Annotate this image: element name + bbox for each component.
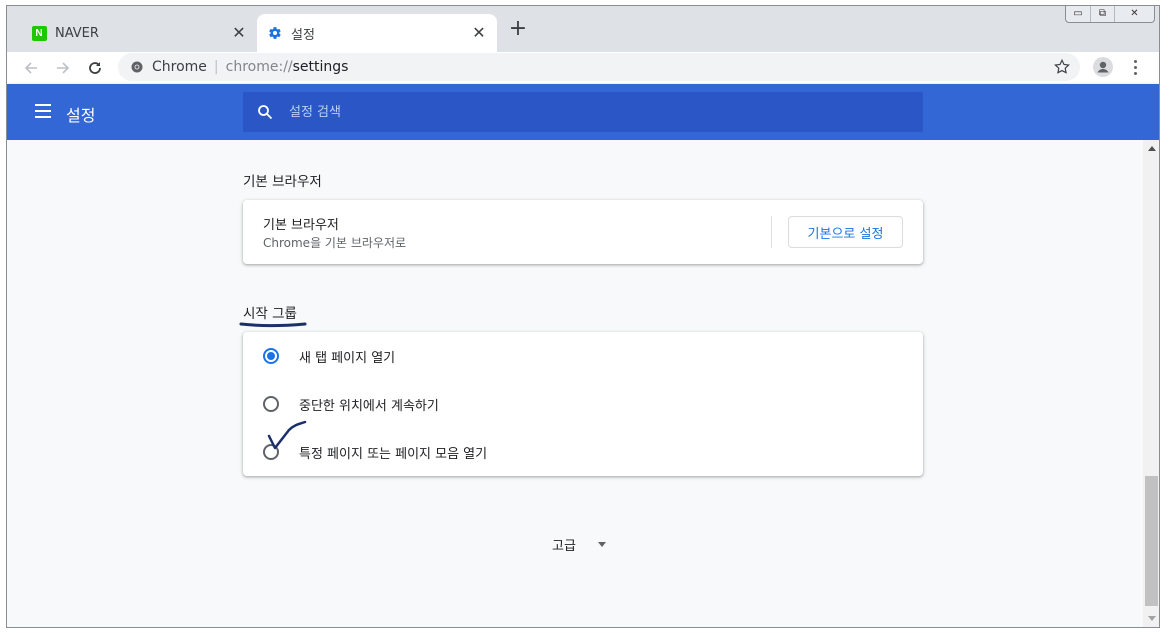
omnibox[interactable]: Chrome | chrome:// settings [118, 53, 1080, 81]
more-icon[interactable] [1127, 57, 1143, 77]
default-browser-card: 기본 브라우저 Chrome을 기본 브라우저로 기본으로 설정 [243, 200, 923, 264]
omnibox-path: settings [292, 59, 349, 75]
window-controls: ▭ ⧉ ✕ [1065, 6, 1155, 23]
startup-option-label: 새 탭 페이지 열기 [299, 350, 396, 366]
default-browser-label: 기본 브라우저 [263, 218, 339, 233]
startup-card: 새 탭 페이지 열기 중단한 위치에서 계속하기 특정 페이지 또는 페이지 모… [243, 332, 923, 476]
tab-settings[interactable]: 설정 ✕ [257, 14, 497, 52]
radio-button-selected[interactable] [263, 348, 279, 364]
search-box[interactable] [243, 92, 923, 132]
naver-icon: N [31, 25, 47, 41]
advanced-toggle[interactable]: 고급 [552, 535, 606, 554]
search-icon [257, 104, 273, 120]
omnibox-scheme: chrome:// [225, 59, 293, 75]
startup-option-label: 특정 페이지 또는 페이지 모음 열기 [299, 446, 488, 462]
tab-strip: N NAVER ✕ 설정 ✕ + ▭ ⧉ ✕ [7, 6, 1159, 52]
tab-title: 설정 [291, 27, 315, 43]
startup-section-title: 시작 그룹 [243, 306, 297, 322]
radio-button[interactable] [263, 444, 279, 460]
radio-button[interactable] [263, 396, 279, 412]
settings-content: 기본 브라우저 기본 브라우저 Chrome을 기본 브라우저로 기본으로 설정… [7, 140, 1143, 627]
scrollbar-thumb[interactable] [1145, 476, 1158, 606]
omnibox-separator: | [213, 59, 219, 75]
star-icon[interactable] [1053, 58, 1073, 78]
forward-icon[interactable] [51, 56, 75, 80]
startup-option-continue[interactable]: 중단한 위치에서 계속하기 [263, 392, 439, 416]
search-input[interactable] [289, 104, 889, 120]
naver-icon-letter: N [31, 25, 47, 41]
minimize-icon[interactable]: ▭ [1066, 6, 1090, 22]
settings-header: 설정 [7, 84, 1159, 140]
tab-title: NAVER [55, 25, 99, 41]
page-title: 설정 [66, 106, 96, 125]
tab-naver[interactable]: N NAVER ✕ [21, 14, 257, 52]
scroll-up-arrow-icon[interactable] [1148, 146, 1156, 151]
chrome-icon [130, 60, 144, 74]
back-icon[interactable] [19, 56, 43, 80]
divider [771, 216, 772, 248]
profile-icon[interactable] [1093, 57, 1113, 77]
advanced-label: 고급 [552, 539, 576, 554]
window-close-icon[interactable]: ✕ [1114, 6, 1154, 22]
startup-option-label: 중단한 위치에서 계속하기 [299, 398, 439, 414]
close-icon[interactable]: ✕ [471, 25, 487, 41]
set-default-button[interactable]: 기본으로 설정 [788, 216, 903, 248]
scroll-down-arrow-icon[interactable] [1148, 616, 1156, 621]
startup-option-specific-pages[interactable]: 특정 페이지 또는 페이지 모음 열기 [263, 440, 487, 464]
default-browser-sublabel: Chrome을 기본 브라우저로 [263, 236, 407, 250]
startup-option-new-tab[interactable]: 새 탭 페이지 열기 [263, 344, 395, 368]
scrollbar[interactable] [1143, 140, 1159, 627]
browser-window: N NAVER ✕ 설정 ✕ + ▭ ⧉ ✕ Chrome | chrome:/… [6, 5, 1160, 628]
reload-icon[interactable] [83, 56, 107, 80]
default-browser-section-title: 기본 브라우저 [243, 174, 322, 190]
dropdown-arrow-icon [597, 542, 606, 547]
plus-icon[interactable]: + [507, 18, 529, 41]
restore-icon[interactable]: ⧉ [1090, 6, 1114, 22]
omnibox-site: Chrome [152, 59, 207, 75]
close-icon[interactable]: ✕ [231, 25, 247, 41]
gear-icon [267, 25, 283, 41]
toolbar: Chrome | chrome:// settings [7, 52, 1159, 84]
menu-icon[interactable] [35, 104, 51, 118]
